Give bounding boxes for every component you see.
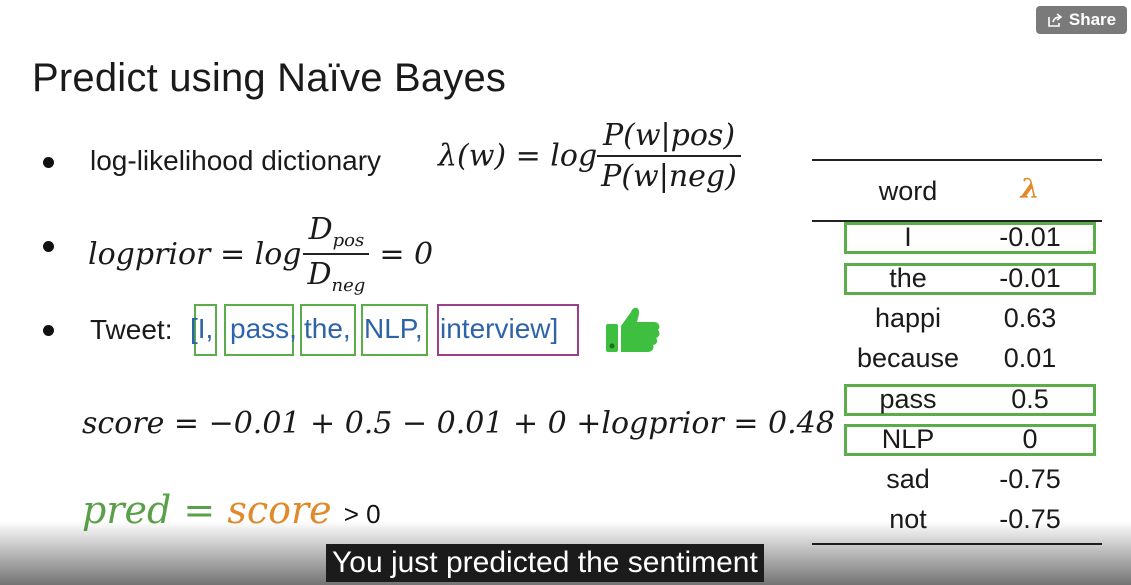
formula2-fraction: Dpos Dneg xyxy=(303,212,370,296)
loglikelihood-formula: λ(w) = log P(w|pos) P(w|neg) xyxy=(438,118,741,194)
tweet-token: NLP, xyxy=(364,313,423,344)
thumbs-up-icon xyxy=(606,307,660,352)
formula2-numerator: Dpos xyxy=(305,212,369,253)
tweet-label: Tweet: xyxy=(90,314,173,345)
table-cell-value: -0.01 xyxy=(999,222,1061,252)
table-cell-value: 0.5 xyxy=(1011,384,1049,414)
page-title: Predict using Naïve Bayes xyxy=(32,56,507,100)
table-cell-word: happi xyxy=(874,303,942,333)
denominator-sub: neg xyxy=(331,275,366,296)
tweet-token: [I, xyxy=(190,313,214,344)
tweet-token: pass, xyxy=(230,313,297,344)
bullet-dot xyxy=(43,157,54,168)
bullet-dot xyxy=(43,241,54,252)
table-header-lambda: λ xyxy=(1020,174,1040,205)
bullet-dot xyxy=(43,325,54,336)
table-header-word: word xyxy=(878,176,938,206)
share-label: Share xyxy=(1068,10,1117,29)
share-icon xyxy=(1048,13,1063,27)
denominator-d: D xyxy=(307,257,332,292)
table-cell-value: 0.63 xyxy=(1003,303,1057,333)
bullet1-text: log-likelihood dictionary xyxy=(90,145,382,176)
formula2-denominator: Dneg xyxy=(303,253,370,296)
score-formula: score = −0.01 + 0.5 − 0.01 + 0 +logprior… xyxy=(82,406,835,441)
formula1-fraction: P(w|pos) P(w|neg) xyxy=(597,118,741,194)
table-cell-word: NLP xyxy=(881,424,935,454)
numerator-sub: pos xyxy=(332,230,365,251)
table-cell-word: the xyxy=(889,263,927,293)
subtitle-caption: You just predicted the sentiment xyxy=(326,544,764,582)
table-cell-value: -0.01 xyxy=(999,263,1061,293)
logprior-formula: logprior = log Dpos Dneg = 0 xyxy=(88,212,433,296)
formula1-denominator: P(w|neg) xyxy=(597,155,741,194)
formula2-rhs: = 0 xyxy=(379,236,434,272)
table-cell-value: -0.75 xyxy=(999,464,1061,494)
table-cell-value: 0.01 xyxy=(1003,343,1057,373)
table-cell-word: pass xyxy=(879,384,937,414)
tweet-token: interview] xyxy=(440,313,559,344)
formula2-lhs: logprior = log xyxy=(88,236,302,272)
tweet-token: the, xyxy=(304,313,351,344)
table-cell-word: I xyxy=(904,222,912,252)
share-button[interactable]: Share xyxy=(1036,6,1127,34)
table-top-rule xyxy=(812,159,1102,161)
table-cell-word: because xyxy=(856,343,960,373)
formula1-numerator: P(w|pos) xyxy=(602,118,736,153)
table-cell-value: 0 xyxy=(1022,424,1038,454)
formula1-lhs: λ(w) = log xyxy=(438,138,598,174)
table-cell-word: sad xyxy=(886,464,930,494)
numerator-d: D xyxy=(308,212,333,247)
